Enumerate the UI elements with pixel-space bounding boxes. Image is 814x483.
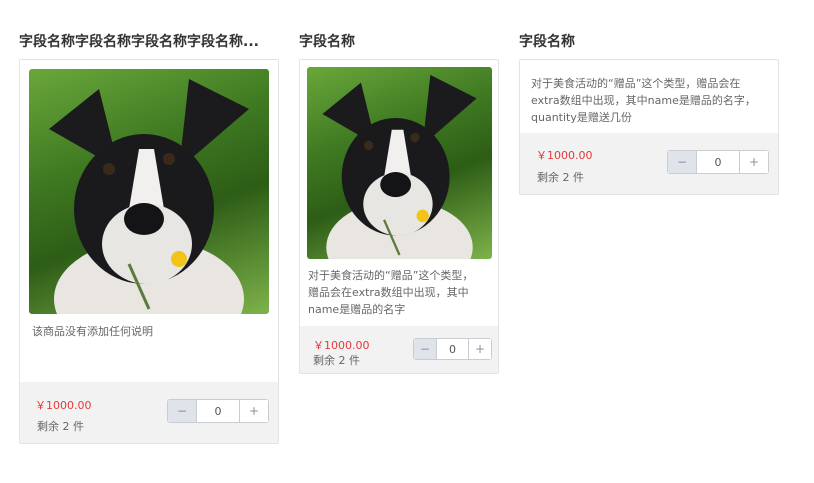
- decrease-button[interactable]: −: [668, 151, 697, 173]
- stock-label: 剩余 2 件: [537, 171, 584, 184]
- card-footer: ￥1000.00 剩余 2 件 − +: [300, 326, 498, 373]
- card-footer: ￥1000.00 剩余 2 件 − +: [20, 382, 278, 443]
- price-label: ￥1000.00: [35, 399, 92, 412]
- description-line: 对于美食活动的“赠品”这个类型，赠品会在: [531, 77, 741, 90]
- stock-label: 剩余 2 件: [37, 420, 84, 433]
- decrease-button[interactable]: −: [414, 339, 437, 359]
- description-line: name是赠品的名字: [308, 303, 406, 316]
- product-description: 该商品没有添加任何说明: [32, 325, 153, 338]
- column-title: 字段名称字段名称字段名称字段名称...: [19, 34, 259, 50]
- product-description: 对于美食活动的“赠品”这个类型， 赠品会在extra数组中出现，其中 name是…: [308, 267, 498, 318]
- quantity-input[interactable]: [197, 400, 239, 422]
- price-label: ￥1000.00: [313, 339, 370, 352]
- product-card[interactable]: 对于美食活动的“赠品”这个类型， 赠品会在extra数组中出现，其中 name是…: [299, 59, 499, 374]
- quantity-input[interactable]: [437, 339, 468, 359]
- description-line: quantity是赠送几份: [531, 111, 632, 124]
- quantity-stepper: − +: [167, 399, 269, 423]
- increase-button[interactable]: +: [468, 339, 491, 359]
- column-title: 字段名称: [519, 34, 575, 50]
- product-description: 对于美食活动的“赠品”这个类型，赠品会在 extra数组中出现，其中name是赠…: [531, 75, 777, 126]
- product-card[interactable]: 该商品没有添加任何说明 ￥1000.00 剩余 2 件 − +: [19, 59, 279, 444]
- card-footer: ￥1000.00 剩余 2 件 − +: [520, 133, 778, 194]
- quantity-stepper: − +: [413, 338, 492, 360]
- decrease-button[interactable]: −: [168, 400, 197, 422]
- description-line: 赠品会在extra数组中出现，其中: [308, 286, 469, 299]
- product-image: [29, 69, 269, 314]
- stock-label: 剩余 2 件: [313, 354, 360, 367]
- dog-photo-illustration: [49, 79, 249, 314]
- product-image: [307, 67, 492, 259]
- price-label: ￥1000.00: [536, 149, 593, 162]
- increase-button[interactable]: +: [739, 151, 768, 173]
- product-card[interactable]: 对于美食活动的“赠品”这个类型，赠品会在 extra数组中出现，其中name是赠…: [519, 59, 779, 195]
- description-line: extra数组中出现，其中name是赠品的名字，: [531, 94, 756, 107]
- description-line: 对于美食活动的“赠品”这个类型，: [308, 269, 474, 282]
- increase-button[interactable]: +: [239, 400, 268, 422]
- quantity-stepper: − +: [667, 150, 769, 174]
- column-title: 字段名称: [299, 34, 355, 50]
- quantity-input[interactable]: [697, 151, 739, 173]
- dog-photo-illustration: [322, 74, 477, 259]
